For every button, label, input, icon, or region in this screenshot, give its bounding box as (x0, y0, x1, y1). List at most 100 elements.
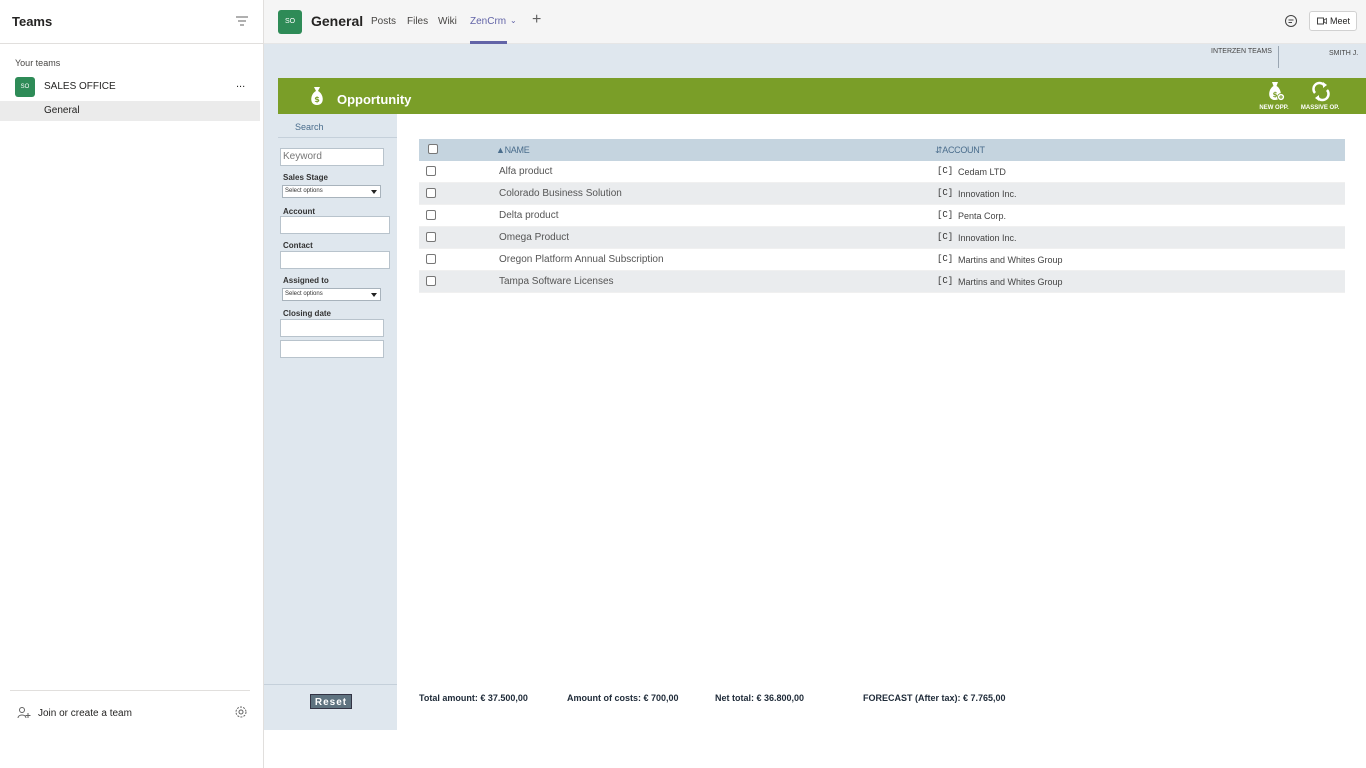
assigned-to-value: Select options (285, 291, 323, 297)
opportunity-name[interactable]: Omega Product (499, 232, 569, 243)
account-name[interactable]: Martins and Whites Group (958, 277, 1063, 287)
search-title: Search (295, 122, 324, 132)
table-row[interactable]: Alfa product [C] Cedam LTD (419, 161, 1345, 183)
table-row[interactable]: Tampa Software Licenses [C] Martins and … (419, 271, 1345, 293)
dropdown-arrow-icon (371, 190, 377, 194)
divider (1278, 46, 1279, 68)
opportunity-name[interactable]: Oregon Platform Annual Subscription (499, 254, 664, 265)
tab-wiki[interactable]: Wiki (438, 16, 457, 27)
filter-icon[interactable] (236, 16, 248, 26)
join-label: Join or create a team (38, 708, 132, 719)
net-total: Net total: € 36.800,00 (715, 693, 805, 703)
account-type-tag: [C] (937, 276, 954, 286)
team-name: SALES OFFICE (44, 81, 116, 92)
amount-of-costs: Amount of costs: € 700,00 (567, 693, 679, 703)
video-camera-icon (1317, 17, 1327, 25)
contact-label: Contact (283, 241, 313, 250)
massive-op-label: MASSIVE OP. (1300, 105, 1340, 111)
column-account-label: ACCOUNT (942, 145, 985, 155)
teams-pane: Teams Your teams SO SALES OFFICE ... Gen… (0, 0, 264, 768)
org-label[interactable]: INTERZEN TEAMS (1211, 48, 1272, 55)
account-type-tag: [C] (937, 232, 954, 242)
contact-input[interactable] (280, 251, 390, 269)
channel-item-general[interactable]: General (0, 101, 260, 121)
table-row[interactable]: Oregon Platform Annual Subscription [C] … (419, 249, 1345, 271)
people-add-icon (17, 707, 31, 719)
account-type-tag: [C] (937, 254, 954, 264)
select-all-checkbox[interactable] (428, 144, 438, 154)
svg-text:$: $ (314, 95, 320, 104)
chevron-down-icon[interactable]: ⌄ (510, 16, 517, 25)
user-bar: INTERZEN TEAMS SMITH J. (264, 44, 1366, 78)
search-header: Search (278, 114, 397, 138)
table-row[interactable]: Omega Product [C] Innovation Inc. (419, 227, 1345, 249)
closing-date-from-input[interactable] (280, 319, 384, 337)
search-pane: Search Keyword Sales Stage Select option… (278, 114, 397, 730)
money-bag-icon: $ (311, 87, 323, 105)
row-checkbox[interactable] (426, 210, 436, 220)
account-name[interactable]: Innovation Inc. (958, 233, 1017, 243)
account-input[interactable] (280, 216, 390, 234)
account-label: Account (283, 207, 315, 216)
opportunity-name[interactable]: Tampa Software Licenses (499, 276, 614, 287)
new-opp-label: NEW OPP. (1259, 105, 1289, 111)
channel-title: General (311, 13, 364, 29)
team-item-sales-office[interactable]: SO SALES OFFICE ... (0, 76, 262, 98)
opportunity-name[interactable]: Delta product (499, 210, 558, 221)
account-type-tag: [C] (937, 210, 954, 220)
assigned-to-select[interactable]: Select options (282, 288, 381, 301)
svg-text:$: $ (1273, 91, 1278, 99)
module-banner: $ Opportunity $ NEW OPP. MASSIVE OP. (278, 78, 1366, 114)
tab-posts[interactable]: Posts (371, 16, 396, 27)
sales-stage-label: Sales Stage (283, 173, 328, 182)
new-opp-button[interactable]: $ NEW OPP. (1253, 80, 1295, 114)
table-row[interactable]: Colorado Business Solution [C] Innovatio… (419, 183, 1345, 205)
column-name-label: NAME (504, 145, 530, 155)
tab-files[interactable]: Files (407, 16, 428, 27)
user-label[interactable]: SMITH J. (1329, 50, 1358, 57)
sales-stage-select[interactable]: Select options (282, 185, 381, 198)
zencrm-app: INTERZEN TEAMS SMITH J. $ Opportunity $ … (264, 44, 1366, 730)
module-title: Opportunity (337, 92, 412, 107)
reset-button[interactable]: Reset (310, 694, 352, 709)
tab-zencrm[interactable]: ZenCrm (470, 16, 506, 27)
column-header-name[interactable]: ▲NAME (496, 145, 530, 155)
reset-bar: Reset (264, 684, 397, 730)
table-row[interactable]: Delta product [C] Penta Corp. (419, 205, 1345, 227)
gear-icon[interactable] (234, 705, 248, 719)
account-name[interactable]: Penta Corp. (958, 211, 1006, 221)
row-checkbox[interactable] (426, 188, 436, 198)
row-checkbox[interactable] (426, 254, 436, 264)
row-checkbox[interactable] (426, 232, 436, 242)
keyword-input[interactable]: Keyword (280, 148, 384, 166)
account-name[interactable]: Cedam LTD (958, 167, 1006, 177)
new-opportunity-icon: $ (1269, 82, 1285, 101)
row-checkbox[interactable] (426, 276, 436, 286)
totals-footer: Total amount: € 37.500,00 Amount of cost… (419, 693, 1345, 707)
closing-date-label: Closing date (283, 309, 332, 318)
column-header-account[interactable]: ⇵ACCOUNT (935, 145, 985, 156)
account-name[interactable]: Martins and Whites Group (958, 255, 1063, 265)
teams-header: Teams (0, 0, 264, 44)
opportunity-list: ▲NAME ⇵ACCOUNT Alfa product [C] Cedam LT… (397, 114, 1366, 730)
table-header: ▲NAME ⇵ACCOUNT (419, 139, 1345, 161)
add-tab-icon[interactable]: + (532, 11, 541, 29)
row-checkbox[interactable] (426, 166, 436, 176)
total-amount: Total amount: € 37.500,00 (419, 693, 528, 703)
join-create-team[interactable]: Join or create a team (17, 705, 257, 721)
divider (10, 690, 250, 691)
team-avatar: SO (15, 77, 35, 97)
forecast-after-tax: FORECAST (After tax): € 7.765,00 (863, 693, 1006, 703)
opportunity-name[interactable]: Alfa product (499, 166, 552, 177)
channel-header: SO General Posts Files Wiki ZenCrm ⌄ + M… (264, 0, 1366, 44)
account-name[interactable]: Innovation Inc. (958, 189, 1017, 199)
meet-button[interactable]: Meet (1309, 11, 1357, 31)
conversation-icon[interactable] (1284, 14, 1298, 28)
dropdown-arrow-icon (371, 293, 377, 297)
more-options-icon[interactable]: ... (236, 78, 245, 90)
closing-date-to-input[interactable] (280, 340, 384, 358)
massive-op-button[interactable]: MASSIVE OP. (1299, 80, 1341, 114)
opportunity-name[interactable]: Colorado Business Solution (499, 188, 622, 199)
account-type-tag: [C] (937, 166, 954, 176)
account-type-tag: [C] (937, 188, 954, 198)
